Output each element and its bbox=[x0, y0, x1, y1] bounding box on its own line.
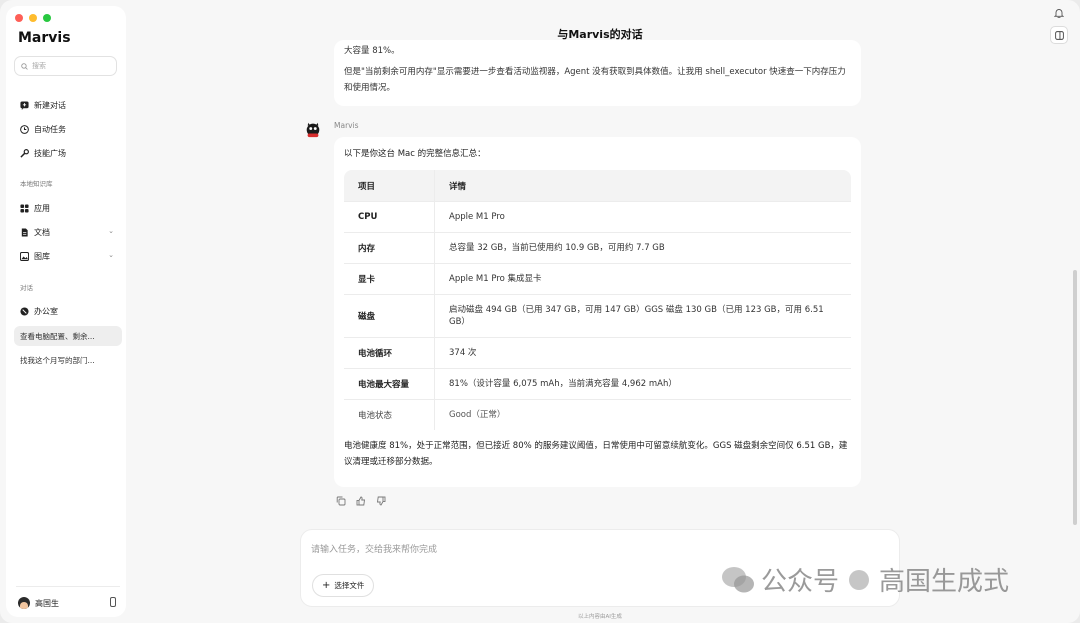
phone-icon[interactable] bbox=[110, 597, 116, 607]
window-controls bbox=[15, 14, 51, 22]
document-icon bbox=[20, 227, 29, 237]
sidebar-item-label: 图库 bbox=[34, 251, 50, 261]
sidebar-item-label: 应用 bbox=[34, 203, 50, 213]
table-header-row: 项目 详情 bbox=[344, 170, 851, 201]
info-table: 项目 详情 CPU Apple M1 Pro 内存 总容量 32 GB，当前已使… bbox=[344, 170, 851, 430]
apps-grid-icon bbox=[20, 203, 29, 213]
sidebar-item-label: 自动任务 bbox=[34, 124, 66, 134]
sidebar-item-office[interactable]: 办公室 bbox=[14, 300, 118, 322]
sidebar-item-label: 技能广场 bbox=[34, 148, 66, 158]
message-summary: 电池健康度 81%，处于正常范围，但已接近 80% 的服务建议阈值，日常使用中可… bbox=[344, 441, 848, 467]
sidebar-item-new-chat[interactable]: 新建对话 bbox=[14, 94, 118, 116]
table-header-item: 项目 bbox=[344, 170, 435, 201]
sidebar-item-auto-tasks[interactable]: 自动任务 bbox=[14, 118, 118, 140]
sidebar-item-documents[interactable]: 文档 ⌄ bbox=[14, 221, 118, 243]
watermark-left-text: 公众号 bbox=[761, 567, 840, 597]
table-cell-key: 电池循环 bbox=[344, 337, 435, 368]
message-bubble-previous: 大容量 81%。 但是"当前剩余可用内存"显示需要进一步查看活动监视器，Agen… bbox=[334, 40, 861, 106]
watermark: 公众号 高国生成式 bbox=[721, 561, 1009, 598]
table-row: 内存 总容量 32 GB，当前已使用约 10.9 GB，可用约 7.7 GB bbox=[344, 232, 851, 263]
watermark-right-text: 高国生成式 bbox=[879, 567, 1010, 597]
table-cell-value: Apple M1 Pro bbox=[435, 201, 851, 232]
table-row: 显卡 Apple M1 Pro 集成显卡 bbox=[344, 263, 851, 294]
conversations-section-label: 对话 bbox=[20, 284, 33, 292]
table-cell-value: Good（正常） bbox=[435, 399, 851, 430]
table-cell-key: 电池最大容量 bbox=[344, 368, 435, 399]
image-icon bbox=[20, 251, 29, 261]
message-text: 但是"当前剩余可用内存"显示需要进一步查看活动监视器，Agent 没有获取到具体… bbox=[344, 67, 846, 93]
message-actions bbox=[336, 496, 386, 506]
clock-icon bbox=[20, 124, 29, 134]
app-logo: Marvis bbox=[18, 30, 71, 46]
knowledge-section-label: 本地知识库 bbox=[20, 180, 53, 188]
message-bubble-assistant: 以下是你这台 Mac 的完整信息汇总： 项目 详情 CPU Apple M1 P… bbox=[334, 137, 861, 487]
ai-disclaimer: 以上内容由AI生成 bbox=[578, 614, 622, 620]
select-file-label: 选择文件 bbox=[334, 581, 365, 590]
avatar bbox=[18, 597, 30, 609]
sidebar: Marvis 新建对话 自动任务 技能广场 本地知识库 应用 文档 ⌄ bbox=[6, 6, 126, 617]
table-cell-key: 内存 bbox=[344, 232, 435, 263]
wrench-icon bbox=[20, 148, 29, 158]
table-cell-value: 81%（设计容量 6,075 mAh，当前满充容量 4,962 mAh） bbox=[435, 368, 851, 399]
sidebar-item-apps[interactable]: 应用 bbox=[14, 197, 118, 219]
app-window: Marvis 新建对话 自动任务 技能广场 本地知识库 应用 文档 ⌄ bbox=[0, 0, 1080, 623]
table-row: CPU Apple M1 Pro bbox=[344, 201, 851, 232]
bell-icon[interactable] bbox=[1054, 8, 1064, 18]
zoom-window-button[interactable] bbox=[43, 14, 51, 22]
wechat-icon bbox=[722, 566, 754, 592]
scrollbar[interactable] bbox=[1073, 270, 1077, 525]
thumbs-up-icon[interactable] bbox=[356, 496, 366, 506]
sidebar-item-label: 新建对话 bbox=[34, 100, 66, 110]
table-cell-key: 磁盘 bbox=[344, 294, 435, 337]
table-row: 电池循环 374 次 bbox=[344, 337, 851, 368]
sidebar-item-skills[interactable]: 技能广场 bbox=[14, 142, 118, 164]
search-input[interactable] bbox=[32, 62, 112, 70]
sender-name: Marvis bbox=[334, 121, 359, 130]
close-window-button[interactable] bbox=[15, 14, 23, 22]
user-profile[interactable]: 高国生 bbox=[18, 594, 118, 612]
message-intro: 以下是你这台 Mac 的完整信息汇总： bbox=[344, 149, 486, 159]
user-name: 高国生 bbox=[35, 598, 59, 608]
task-input[interactable] bbox=[311, 542, 871, 560]
sidebar-item-label: 文档 bbox=[34, 227, 50, 237]
table-cell-key: 电池状态 bbox=[344, 399, 435, 430]
table-row: 磁盘 启动磁盘 494 GB（已用 347 GB，可用 147 GB）GGS 磁… bbox=[344, 294, 851, 337]
copy-icon[interactable] bbox=[336, 496, 346, 506]
marvis-avatar-icon bbox=[306, 122, 320, 138]
conversation-item[interactable]: 找我这个月写的部门... bbox=[14, 350, 122, 370]
table-row: 电池最大容量 81%（设计容量 6,075 mAh，当前满充容量 4,962 m… bbox=[344, 368, 851, 399]
table-cell-value: 总容量 32 GB，当前已使用约 10.9 GB，可用约 7.7 GB bbox=[435, 232, 851, 263]
panel-icon bbox=[1054, 30, 1064, 40]
sidebar-item-gallery[interactable]: 图库 ⌄ bbox=[14, 245, 118, 267]
message-text-cut: 大容量 81%。 bbox=[344, 46, 400, 56]
toggle-panel-button[interactable] bbox=[1050, 26, 1068, 44]
table-cell-value: 启动磁盘 494 GB（已用 347 GB，可用 147 GB）GGS 磁盘 1… bbox=[435, 294, 851, 337]
chevron-down-icon[interactable]: ⌄ bbox=[108, 251, 114, 259]
table-cell-value: Apple M1 Pro 集成显卡 bbox=[435, 263, 851, 294]
table-cell-key: 显卡 bbox=[344, 263, 435, 294]
sidebar-divider bbox=[16, 586, 120, 587]
conversation-item-active[interactable]: 查看电脑配置、剩余... bbox=[14, 326, 122, 346]
table-header-detail: 详情 bbox=[435, 170, 851, 201]
minimize-window-button[interactable] bbox=[29, 14, 37, 22]
sidebar-item-label: 办公室 bbox=[34, 306, 58, 316]
table-cell-key: CPU bbox=[344, 201, 435, 232]
table-cell-value: 374 次 bbox=[435, 337, 851, 368]
plus-icon: + bbox=[322, 579, 331, 591]
select-file-button[interactable]: + 选择文件 bbox=[312, 574, 375, 597]
chevron-down-icon[interactable]: ⌄ bbox=[108, 227, 114, 235]
new-chat-icon bbox=[20, 100, 29, 110]
search-icon bbox=[21, 62, 28, 70]
sidebar-search[interactable] bbox=[14, 56, 117, 76]
office-icon bbox=[20, 306, 29, 316]
watermark-avatar bbox=[849, 569, 870, 590]
table-row: 电池状态 Good（正常） bbox=[344, 399, 851, 430]
thumbs-down-icon[interactable] bbox=[376, 496, 386, 506]
